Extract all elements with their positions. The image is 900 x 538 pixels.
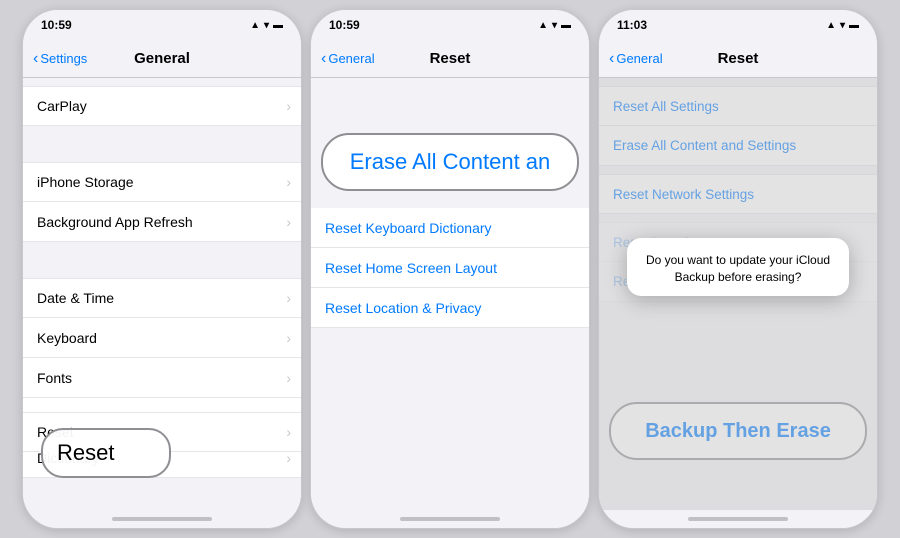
- label-reset-keyboard: Reset Keyboard Dictionary: [325, 220, 492, 236]
- nav-title-1: General: [134, 50, 190, 67]
- home-bar-1: [112, 517, 212, 521]
- reset-item-location[interactable]: Reset Location & Privacy: [311, 288, 589, 328]
- row-bg-refresh[interactable]: Background App Refresh ›: [23, 202, 301, 242]
- row-label-keyboard: Keyboard: [37, 330, 97, 346]
- row-label-carplay: CarPlay: [37, 98, 87, 114]
- settings-group-1: CarPlay ›: [23, 86, 301, 126]
- home-indicator-1: [23, 510, 301, 528]
- chevron-datetime: ›: [286, 290, 291, 306]
- home-bar-2: [400, 517, 500, 521]
- row-label-fonts: Fonts: [37, 370, 72, 386]
- nav-bar-1: ‹ Settings General: [23, 40, 301, 78]
- nav-title-2: Reset: [430, 50, 471, 67]
- battery-icon-2: ▬: [561, 20, 571, 31]
- wifi-icon-2: ▾: [552, 20, 557, 31]
- separator-3: [23, 478, 301, 506]
- back-button-2[interactable]: ‹ General: [321, 50, 375, 68]
- content-1: CarPlay › iPhone Storage › Background Ap…: [23, 78, 301, 510]
- row-carplay[interactable]: CarPlay ›: [23, 86, 301, 126]
- row-fonts[interactable]: Fonts ›: [23, 358, 301, 398]
- label-reset-home: Reset Home Screen Layout: [325, 260, 497, 276]
- signal-icon-3: ▲: [826, 20, 836, 31]
- back-chevron-3: ‹: [609, 50, 614, 68]
- content-3: Reset All Settings Erase All Content and…: [599, 78, 877, 510]
- settings-group-2: iPhone Storage › Background App Refresh …: [23, 162, 301, 242]
- status-time-3: 11:03: [617, 18, 647, 32]
- status-icons-1: ▲ ▾ ▬: [250, 20, 283, 31]
- reset-callout: Reset: [41, 428, 171, 478]
- separator-2: [23, 242, 301, 270]
- erase-callout-text: Erase All Content an: [350, 149, 551, 175]
- back-button-3[interactable]: ‹ General: [609, 50, 663, 68]
- back-chevron-2: ‹: [321, 50, 326, 68]
- separator-1: [23, 126, 301, 154]
- chevron-fonts: ›: [286, 370, 291, 386]
- battery-icon-3: ▬: [849, 20, 859, 31]
- home-indicator-2: [311, 510, 589, 528]
- reset-item-keyboard[interactable]: Reset Keyboard Dictionary: [311, 208, 589, 248]
- alert-dialog: Do you want to update your iCloud Backup…: [627, 238, 849, 296]
- row-datetime[interactable]: Date & Time ›: [23, 278, 301, 318]
- home-bar-3: [688, 517, 788, 521]
- reset-callout-text: Reset: [57, 440, 114, 466]
- status-time-2: 10:59: [329, 18, 360, 32]
- signal-icon-2: ▲: [538, 20, 548, 31]
- wifi-icon-3: ▾: [840, 20, 845, 31]
- status-bar-3: 11:03 ▲ ▾ ▬: [599, 10, 877, 40]
- signal-icon-1: ▲: [250, 20, 260, 31]
- row-iphone-storage[interactable]: iPhone Storage ›: [23, 162, 301, 202]
- row-label-storage: iPhone Storage: [37, 174, 134, 190]
- status-time-1: 10:59: [41, 18, 72, 32]
- erase-callout: Erase All Content an: [321, 133, 579, 191]
- battery-icon-1: ▬: [273, 20, 283, 31]
- content-2: Erase All Content an Reset Keyboard Dict…: [311, 78, 589, 510]
- back-label-3: General: [616, 51, 662, 66]
- back-button-1[interactable]: ‹ Settings: [33, 50, 87, 68]
- nav-bar-2: ‹ General Reset: [311, 40, 589, 78]
- sep-a: [311, 198, 589, 208]
- row-label-datetime: Date & Time: [37, 290, 114, 306]
- chevron-storage: ›: [286, 174, 291, 190]
- nav-bar-3: ‹ General Reset: [599, 40, 877, 78]
- status-icons-3: ▲ ▾ ▬: [826, 20, 859, 31]
- reset-item-home[interactable]: Reset Home Screen Layout: [311, 248, 589, 288]
- back-chevron-1: ‹: [33, 50, 38, 68]
- back-label-1: Settings: [40, 51, 87, 66]
- chevron-bg: ›: [286, 214, 291, 230]
- home-indicator-3: [599, 510, 877, 528]
- chevron-reset: ›: [286, 424, 291, 440]
- label-reset-location-privacy: Reset Location & Privacy: [325, 300, 481, 316]
- back-label-2: General: [328, 51, 374, 66]
- status-bar-2: 10:59 ▲ ▾ ▬: [311, 10, 589, 40]
- phone-3: 11:03 ▲ ▾ ▬ ‹ General Reset Reset All Se…: [598, 9, 878, 529]
- phone-1: 10:59 ▲ ▾ ▬ ‹ Settings General CarPlay ›…: [22, 9, 302, 529]
- phone-2: 10:59 ▲ ▾ ▬ ‹ General Reset Erase All Co…: [310, 9, 590, 529]
- reset-items-group: Reset Keyboard Dictionary Reset Home Scr…: [311, 198, 589, 328]
- alert-text: Do you want to update your iCloud Backup…: [643, 252, 833, 286]
- wifi-icon-1: ▾: [264, 20, 269, 31]
- chevron-carplay: ›: [286, 98, 291, 114]
- nav-title-3: Reset: [718, 50, 759, 67]
- row-keyboard[interactable]: Keyboard ›: [23, 318, 301, 358]
- status-icons-2: ▲ ▾ ▬: [538, 20, 571, 31]
- status-bar-1: 10:59 ▲ ▾ ▬: [23, 10, 301, 40]
- chevron-keyboard: ›: [286, 330, 291, 346]
- row-label-bg: Background App Refresh: [37, 214, 193, 230]
